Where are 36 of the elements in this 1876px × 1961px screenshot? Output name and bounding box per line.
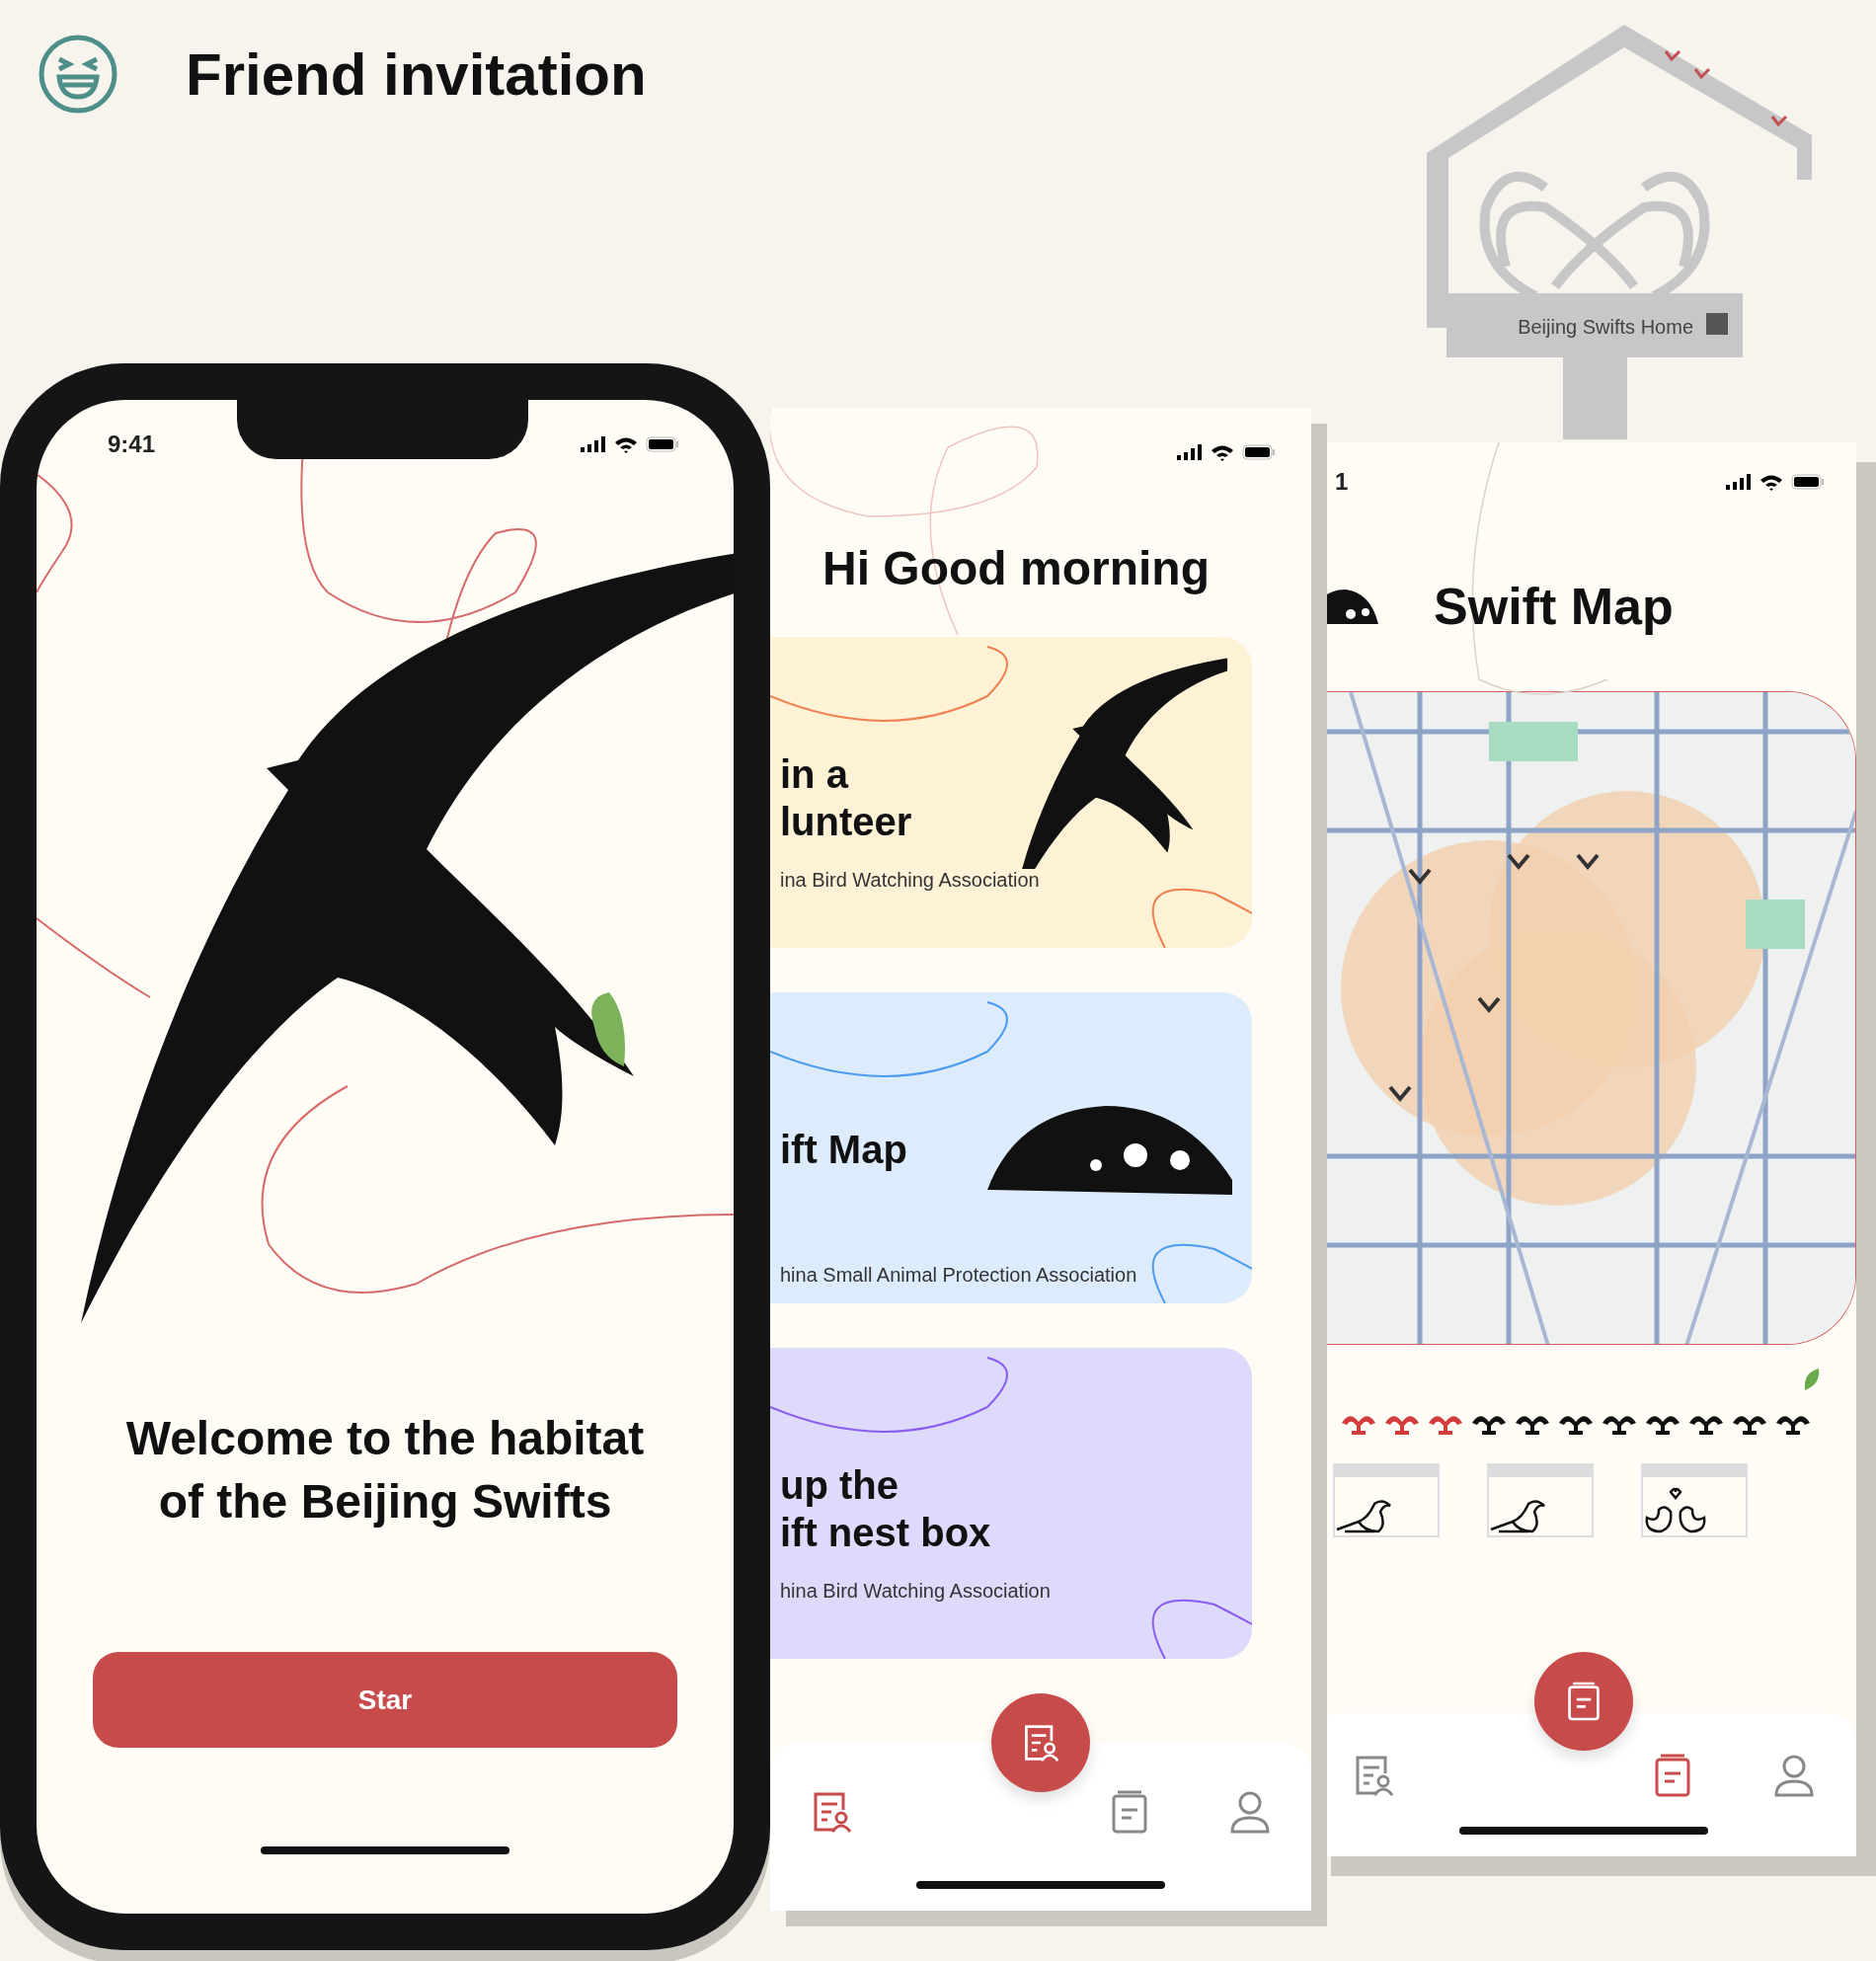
leaf-icon (1803, 1367, 1821, 1392)
leaf-icon (591, 992, 625, 1066)
sign-text: Beijing Swifts Home (1518, 316, 1693, 338)
signal-icon (1726, 474, 1752, 490)
signal-icon (581, 436, 606, 452)
document-icon (1566, 1682, 1602, 1721)
card-caption: hina Small Animal Protection Association (779, 1264, 1137, 1287)
card-title: in a lunteer (779, 751, 912, 845)
card-caption: ina Bird Watching Association (779, 869, 1040, 892)
profile-icon[interactable] (1228, 1790, 1272, 1834)
wifi-icon (1759, 473, 1783, 491)
status-time: 1 (1335, 468, 1349, 496)
card-caption: hina Bird Watching Association (779, 1580, 1051, 1603)
welcome-heading: Welcome to the habitat of the Beijing Swifts (125, 1411, 645, 1530)
feature-card[interactable]: up the ift nest box hina Bird Watching Association (770, 1348, 1252, 1659)
battery-icon (646, 436, 679, 452)
card-title: ift Map (779, 1127, 907, 1173)
card-title: up the ift nest box (779, 1462, 991, 1556)
document-icon[interactable] (1653, 1753, 1692, 1797)
document-icon[interactable] (1110, 1790, 1149, 1834)
feature-card[interactable]: in a lunteer ina Bird Watching Association (770, 637, 1252, 948)
profile-icon[interactable] (1772, 1753, 1817, 1797)
wifi-icon (614, 435, 638, 453)
greeting-heading: Hi Good morning (821, 541, 1211, 596)
star-button[interactable]: Star (93, 1652, 677, 1748)
bird-icon (1335, 1498, 1392, 1535)
screen-title: Swift Map (1434, 577, 1674, 636)
status-time: 9:41 (108, 431, 156, 458)
battery-icon (1242, 444, 1276, 460)
bird-icon (1489, 1498, 1546, 1535)
page-title: Friend invitation (186, 39, 647, 109)
wifi-icon (1211, 443, 1234, 461)
battery-icon (1791, 474, 1825, 490)
laughing-face-icon (38, 34, 118, 115)
feature-card[interactable]: ift Map hina Small Animal Protection Association (770, 992, 1252, 1303)
signal-icon (1177, 444, 1203, 460)
